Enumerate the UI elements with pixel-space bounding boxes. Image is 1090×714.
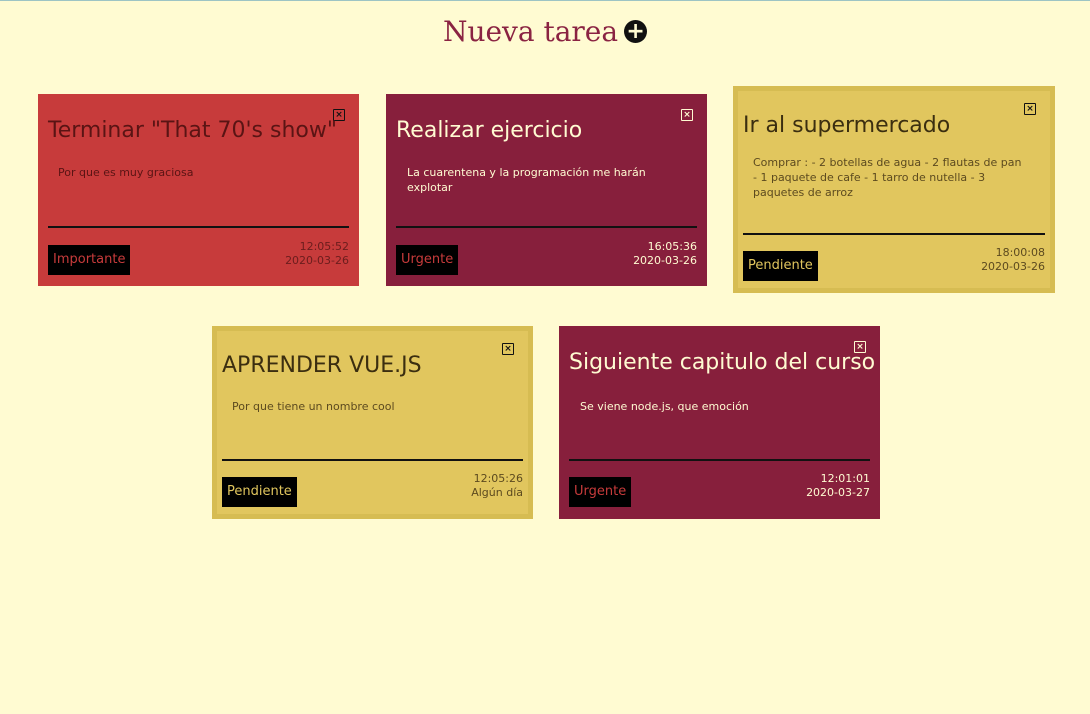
task-time: 12:01:01 [820,472,870,485]
close-icon[interactable]: × [502,343,514,355]
task-title: Ir al supermercado [743,113,951,138]
task-date: 2020-03-26 [633,254,697,267]
task-time: 12:05:52 [299,240,349,253]
task-card: × Realizar ejercicio La cuarentena y la … [386,94,707,286]
page-title: Nueva tarea [442,15,619,48]
task-description: Comprar : - 2 botellas de agua - 2 flaut… [753,156,1022,199]
task-time: 18:00:08 [995,246,1045,259]
task-title: Terminar "That 70's show" [48,118,337,143]
close-icon[interactable]: × [681,109,693,121]
priority-badge: Urgente [569,477,632,507]
task-card: × Ir al supermercado Comprar : - 2 botel… [733,86,1055,293]
task-description: Por que es muy graciosa [58,166,194,179]
task-card: × APRENDER VUE.JS Por que tiene un nombr… [212,326,533,519]
divider [48,226,349,228]
task-timestamp: 12:05:26 Algún día [471,472,523,500]
divider [396,226,697,228]
task-date: 2020-03-27 [806,486,870,499]
task-date: Algún día [471,486,523,499]
divider [569,459,870,461]
task-description: Por que tiene un nombre cool [232,400,395,413]
task-timestamp: 18:00:08 2020-03-26 [981,246,1045,274]
divider [743,233,1045,235]
task-time: 12:05:26 [473,472,523,485]
task-title: Realizar ejercicio [396,118,583,143]
task-date: 2020-03-26 [981,260,1045,273]
divider [222,459,523,461]
priority-badge: Pendiente [743,251,818,281]
task-date: 2020-03-26 [285,254,349,267]
priority-badge: Pendiente [222,477,297,507]
close-icon[interactable]: × [1024,103,1036,115]
task-timestamp: 16:05:36 2020-03-26 [633,240,697,268]
task-card: × Siguiente capitulo del curso Se viene … [559,326,880,519]
task-timestamp: 12:05:52 2020-03-26 [285,240,349,268]
task-time: 16:05:36 [647,240,697,253]
task-timestamp: 12:01:01 2020-03-27 [806,472,870,500]
page-header: Nueva tarea + [0,13,1090,48]
task-description: La cuarentena y la programación me harán… [407,166,646,194]
task-title: Siguiente capitulo del curso [569,350,876,375]
priority-badge: Urgente [396,245,459,275]
task-title: APRENDER VUE.JS [222,353,422,378]
priority-badge: Importante [48,245,131,275]
plus-circle-icon[interactable]: + [624,20,648,43]
task-card: × Terminar "That 70's show" Por que es m… [38,94,359,286]
task-description: Se viene node.js, que emoción [580,400,749,413]
